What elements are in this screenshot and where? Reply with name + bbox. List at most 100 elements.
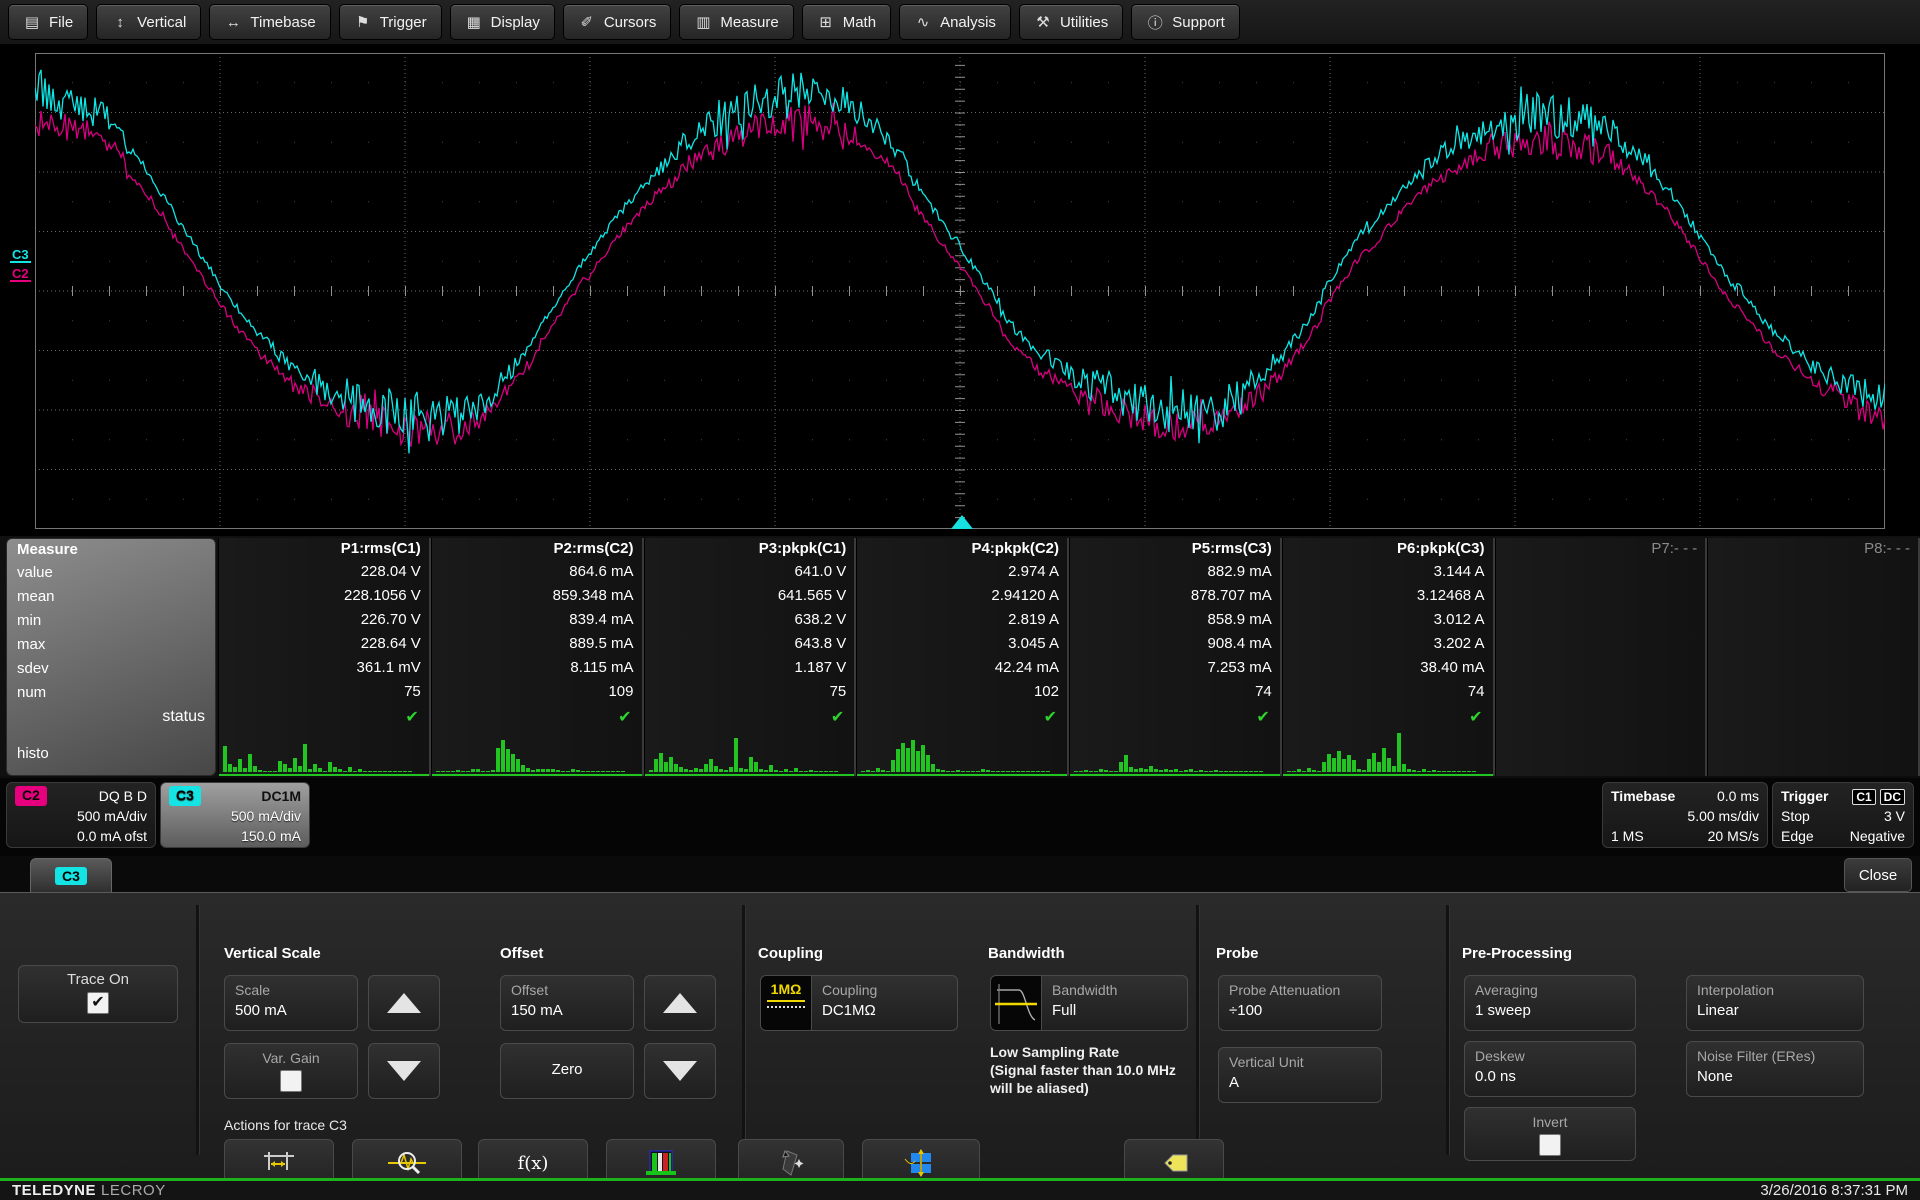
deskew-field[interactable]: Deskew 0.0 ns xyxy=(1464,1041,1636,1097)
horizontal-arrows-icon: ↔ xyxy=(224,14,242,31)
panel-tab-bar: C3 Close xyxy=(0,856,1920,892)
c3-descriptor-box[interactable]: C3DC1M 500 mA/div 150.0 mA xyxy=(160,782,310,848)
coupling-impedance-icon: 1MΩ xyxy=(760,975,812,1031)
probe-attenuation-field[interactable]: Probe Attenuation ÷100 xyxy=(1218,975,1382,1031)
actions-label: Actions for trace C3 xyxy=(224,1117,347,1133)
measure-max: 889.5 mA xyxy=(432,635,642,659)
measure-value xyxy=(1708,563,1918,587)
c2-channel-chip: C2 xyxy=(15,786,47,806)
measure-list-icon: ▥ xyxy=(694,13,712,31)
measure-num: 74 xyxy=(1283,683,1493,707)
measure-column-p8[interactable]: P8:- - - xyxy=(1707,538,1920,776)
scale-field[interactable]: Scale 500 mA xyxy=(224,975,358,1031)
noise-filter-field[interactable]: Noise Filter (ERes) None xyxy=(1686,1041,1864,1097)
coupling-field[interactable]: Coupling DC1MΩ xyxy=(812,975,958,1031)
measure-value: 882.9 mA xyxy=(1070,563,1280,587)
measure-column-p5[interactable]: P5:rms(C3)882.9 mA878.707 mA858.9 mA908.… xyxy=(1069,538,1282,776)
status-check-icon: ✔ xyxy=(1283,707,1493,730)
histogram xyxy=(857,730,1067,776)
menu-utilities[interactable]: ⚒Utilities xyxy=(1019,4,1123,40)
scale-down-button[interactable] xyxy=(368,1043,440,1099)
measure-num: 109 xyxy=(432,683,642,707)
offset-up-button[interactable] xyxy=(644,975,716,1031)
c3-trace-marker[interactable]: C3 xyxy=(10,249,31,263)
row-label-mean: mean xyxy=(17,588,215,612)
measure-column-p1[interactable]: P1:rms(C1)228.04 V228.1056 V226.70 V228.… xyxy=(218,538,431,776)
measure-max: 908.4 mA xyxy=(1070,635,1280,659)
c2-descriptor-box[interactable]: C2DQ B D 500 mA/div 0.0 mA ofst xyxy=(6,782,156,848)
measure-mean xyxy=(1496,587,1706,611)
calculator-icon: ⊞ xyxy=(817,13,835,31)
status-check-icon: ✔ xyxy=(857,707,1067,730)
trigger-type: Edge xyxy=(1781,826,1814,846)
support-info-icon: ⓘ xyxy=(1146,12,1164,33)
vertical-arrows-icon: ↕ xyxy=(111,14,129,31)
measure-num xyxy=(1708,683,1918,707)
zoom-magnifier-icon xyxy=(387,1148,427,1178)
c3-coupling-flags: DC1M xyxy=(261,786,301,806)
measure-max: 643.8 V xyxy=(645,635,855,659)
measure-column-p6[interactable]: P6:pkpk(C3)3.144 A3.12468 A3.012 A3.202 … xyxy=(1282,538,1495,776)
measure-num: 75 xyxy=(645,683,855,707)
measure-mean: 3.12468 A xyxy=(1283,587,1493,611)
offset-down-button[interactable] xyxy=(644,1043,716,1099)
display-grid-icon: ▦ xyxy=(465,13,483,31)
vertical-scale-title: Vertical Scale xyxy=(224,945,321,962)
menu-display[interactable]: ▦Display xyxy=(450,4,555,40)
trace-on-checkbox[interactable]: ✔ xyxy=(87,992,109,1014)
scale-up-button[interactable] xyxy=(368,975,440,1031)
menu-file[interactable]: ▤File xyxy=(8,4,88,40)
menu-math[interactable]: ⊞Math xyxy=(802,4,891,40)
analysis-wave-icon: ∿ xyxy=(914,13,932,31)
bandwidth-field[interactable]: Bandwidth Full xyxy=(1042,975,1188,1031)
zero-button[interactable]: Zero xyxy=(500,1043,634,1099)
measure-column-p2[interactable]: P2:rms(C2)864.6 mA859.348 mA839.4 mA889.… xyxy=(431,538,644,776)
trigger-coupling-chip: DC xyxy=(1880,789,1905,805)
measure-column-p7[interactable]: P7:- - - xyxy=(1495,538,1708,776)
vertical-unit-field[interactable]: Vertical Unit A xyxy=(1218,1047,1382,1103)
menu-timebase[interactable]: ↔Timebase xyxy=(209,4,330,40)
measure-mean: 228.1056 V xyxy=(219,587,429,611)
status-check-icon: ✔ xyxy=(1070,707,1280,730)
measure-max: 228.64 V xyxy=(219,635,429,659)
var-gain-checkbox[interactable] xyxy=(280,1070,302,1092)
invert-checkbox[interactable] xyxy=(1539,1134,1561,1156)
menu-vertical[interactable]: ↕Vertical xyxy=(96,4,201,40)
averaging-field[interactable]: Averaging 1 sweep xyxy=(1464,975,1636,1031)
waveform-display[interactable]: C3 C2 xyxy=(0,44,1920,536)
status-check-icon xyxy=(1496,707,1706,730)
c2-trace-marker[interactable]: C2 xyxy=(10,268,31,282)
var-gain-button[interactable]: Var. Gain xyxy=(224,1043,358,1099)
row-label-num: num xyxy=(17,684,215,708)
menu-trigger[interactable]: ⚑Trigger xyxy=(339,4,442,40)
measure-max xyxy=(1708,635,1918,659)
trigger-descriptor-box[interactable]: Trigger C1DC Stop3 V EdgeNegative xyxy=(1772,782,1914,848)
measure-table-title: Measure xyxy=(17,541,215,564)
coupling-title: Coupling xyxy=(758,945,823,962)
trace-on-button[interactable]: Trace On ✔ xyxy=(18,965,178,1023)
menu-analysis[interactable]: ∿Analysis xyxy=(899,4,1011,40)
measure-caliper-icon xyxy=(261,1148,297,1178)
store-icon xyxy=(777,1148,805,1178)
menu-cursors[interactable]: ✐Cursors xyxy=(563,4,672,40)
interpolation-field[interactable]: Interpolation Linear xyxy=(1686,975,1864,1031)
measure-column-p3[interactable]: P3:pkpk(C1)641.0 V641.565 V638.2 V643.8 … xyxy=(644,538,857,776)
trigger-flag-icon: ⚑ xyxy=(354,13,372,31)
measure-value: 228.04 V xyxy=(219,563,429,587)
measure-sdev: 7.253 mA xyxy=(1070,659,1280,683)
histogram xyxy=(1708,730,1918,776)
close-button[interactable]: Close xyxy=(1844,858,1912,892)
tab-c3[interactable]: C3 xyxy=(30,858,112,893)
timebase-descriptor-box[interactable]: Timebase0.0 ms 5.00 ms/div 1 MS20 MS/s xyxy=(1602,782,1768,848)
menu-measure[interactable]: ▥Measure xyxy=(679,4,793,40)
offset-field[interactable]: Offset 150 mA xyxy=(500,975,634,1031)
bandwidth-filter-icon xyxy=(990,975,1042,1031)
measure-mean: 2.94120 A xyxy=(857,587,1067,611)
invert-button[interactable]: Invert xyxy=(1464,1107,1636,1161)
descriptor-row: C2DQ B D 500 mA/div 0.0 mA ofst C3DC1M 5… xyxy=(0,778,1920,856)
measure-column-p4[interactable]: P4:pkpk(C2)2.974 A2.94120 A2.819 A3.045 … xyxy=(856,538,1069,776)
trigger-slope: Negative xyxy=(1850,826,1905,846)
trigger-time-marker[interactable] xyxy=(951,515,973,529)
measure-value xyxy=(1496,563,1706,587)
menu-support[interactable]: ⓘSupport xyxy=(1131,4,1240,40)
